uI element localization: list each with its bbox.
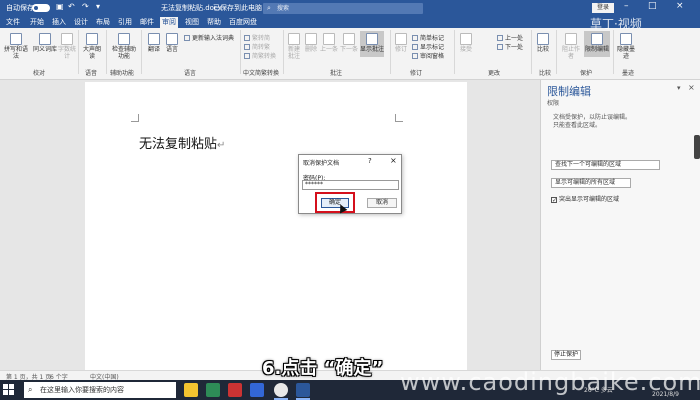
margin-corner-mark	[395, 114, 403, 122]
autosave-label: 自动保存	[6, 4, 34, 12]
tab-layout[interactable]: 布局	[94, 17, 112, 28]
group-tracking: 修订	[410, 70, 423, 77]
pane-description: 只能查看此区域。	[553, 122, 602, 129]
group-comments: 批注	[330, 70, 343, 77]
document-text[interactable]: 无法复制粘贴↵	[139, 133, 225, 152]
show-comments-button[interactable]: 显示批注	[360, 31, 384, 57]
tab-home[interactable]: 开始	[28, 17, 46, 28]
watermark-url: www.caodingbaike.com	[400, 368, 700, 396]
translate-button[interactable]: 翻译	[146, 33, 162, 53]
accessibility-check-button[interactable]: 检查辅助功能	[110, 33, 138, 60]
close-window-icon[interactable]: ×	[676, 1, 684, 11]
restrict-editing-pane: 限制编辑 ▾ × 权限 文档受保护，以防止误编辑。 只能查看此区域。 查找下一个…	[540, 80, 700, 370]
autosave-toggle[interactable]	[32, 4, 50, 12]
login-button[interactable]: 登录	[592, 3, 614, 13]
group-chinese-conversion: 中文简繁转换	[243, 70, 280, 77]
chevron-down-icon[interactable]: ▾	[677, 84, 681, 92]
search-icon: ⌕	[28, 385, 33, 394]
reviewing-pane-dropdown[interactable]: 审阅窗格	[412, 51, 444, 60]
new-comment-button[interactable]: 新建批注	[286, 33, 302, 60]
maximize-icon[interactable]: □	[648, 1, 657, 11]
app-icon[interactable]	[228, 383, 242, 397]
undo-icon[interactable]: ↶	[68, 2, 75, 11]
markup-dropdown[interactable]: 简单标记	[412, 33, 444, 42]
search-placeholder: 搜索	[277, 5, 290, 12]
cancel-button[interactable]: 取消	[367, 198, 397, 208]
tab-file[interactable]: 文件	[4, 17, 22, 28]
spelling-grammar-button[interactable]: 拼写和语法	[3, 33, 29, 60]
minimize-icon[interactable]: –	[624, 1, 629, 11]
tab-help[interactable]: 帮助	[205, 17, 223, 28]
group-proofing: 校对	[33, 70, 46, 77]
tutorial-caption: 6.点击 “确定”	[262, 358, 384, 379]
chinese-conversion-button[interactable]: 简繁转换	[244, 51, 276, 60]
taskbar-search-input[interactable]: ⌕ 在这里输入你要搜索的内容	[24, 382, 176, 398]
windows-start-icon[interactable]	[3, 384, 15, 396]
tab-references[interactable]: 引用	[116, 17, 134, 28]
find-next-region-button[interactable]: 查找下一个可编辑的区域	[551, 160, 660, 170]
group-ink: 墨迹	[622, 70, 635, 77]
show-markup-dropdown[interactable]: 显示标记	[412, 42, 444, 51]
group-protect: 保护	[580, 70, 593, 77]
dialog-title: 取消保护文档	[303, 160, 340, 167]
simp-to-trad-button[interactable]: 简转繁	[244, 42, 270, 51]
pane-section-label: 权限	[547, 100, 560, 107]
delete-comment-button[interactable]: 删除	[304, 33, 318, 53]
tab-mailings[interactable]: 邮件	[138, 17, 156, 28]
browser-icon[interactable]	[274, 383, 288, 397]
accept-button[interactable]: 接受	[458, 33, 474, 53]
track-changes-button[interactable]: 修订	[393, 33, 409, 53]
tab-baidu-netdisk[interactable]: 百度网盘	[227, 17, 259, 28]
unprotect-document-dialog: 取消保护文档 ? × 密码(P): ****** 确定 取消	[298, 154, 402, 214]
group-language: 语言	[184, 70, 197, 77]
word-count-button[interactable]: 字数统计	[58, 33, 76, 60]
update-ime-dictionary-button[interactable]: 更新输入法词典	[184, 33, 234, 42]
app-icon[interactable]	[206, 383, 220, 397]
language-button[interactable]: 语言	[164, 33, 180, 53]
pane-close-icon[interactable]: ×	[688, 83, 695, 92]
search-input[interactable]: ⌕ 搜索	[263, 3, 423, 14]
margin-corner-mark	[131, 114, 139, 122]
tab-view[interactable]: 视图	[183, 17, 201, 28]
previous-comment-button[interactable]: 上一条	[320, 33, 338, 53]
next-change-button[interactable]: 下一处	[497, 42, 523, 51]
tab-design[interactable]: 设计	[72, 17, 90, 28]
trad-to-simp-button[interactable]: 繁转简	[244, 33, 270, 42]
help-icon[interactable]: ?	[368, 157, 372, 165]
password-field[interactable]: ******	[302, 180, 399, 190]
read-aloud-button[interactable]: 大声朗读	[82, 33, 102, 60]
word-app-icon[interactable]	[296, 383, 310, 397]
pane-title: 限制编辑	[547, 85, 591, 98]
next-comment-button[interactable]: 下一条	[340, 33, 358, 53]
restrict-editing-button[interactable]: 限制编辑	[584, 31, 610, 57]
app-icon[interactable]	[250, 383, 264, 397]
previous-change-button[interactable]: 上一处	[497, 33, 523, 42]
group-accessibility: 辅助功能	[110, 70, 135, 77]
block-authors-button[interactable]: 阻止作者	[560, 33, 582, 60]
document-page[interactable]	[85, 82, 467, 370]
pane-scroll-handle[interactable]	[694, 135, 700, 159]
show-all-regions-button[interactable]: 显示可编辑的所有区域	[551, 178, 631, 188]
save-icon[interactable]: ▣	[56, 2, 64, 11]
saved-state: 已保存到此电脑	[213, 4, 262, 12]
group-compare: 比较	[539, 70, 552, 77]
file-explorer-icon[interactable]	[184, 383, 198, 397]
watermark-logo: 草丁·视频	[590, 17, 642, 31]
close-icon[interactable]: ×	[390, 156, 397, 165]
quick-access-dropdown-icon[interactable]: ▾	[96, 2, 100, 11]
group-changes: 更改	[488, 70, 501, 77]
group-speech: 语音	[85, 70, 98, 77]
tab-review[interactable]: 审阅	[160, 17, 178, 28]
highlight-regions-checkbox[interactable]: ✓ 突出显示可编辑的区域	[551, 194, 619, 204]
hide-ink-button[interactable]: 隐藏墨迹	[616, 33, 636, 60]
stop-protection-button[interactable]: 停止保护	[551, 350, 581, 360]
title-bar: 自动保存 ▣ ↶ ↷ ▾ 无法复制粘贴.docx 已保存到此电脑 ⌕ 搜索 登录…	[0, 0, 700, 16]
thesaurus-button[interactable]: 同义词库	[32, 33, 58, 53]
compare-button[interactable]: 比较	[535, 33, 551, 53]
tab-insert[interactable]: 插入	[50, 17, 68, 28]
search-icon: ⌕	[267, 4, 271, 12]
redo-icon[interactable]: ↷	[82, 2, 89, 11]
